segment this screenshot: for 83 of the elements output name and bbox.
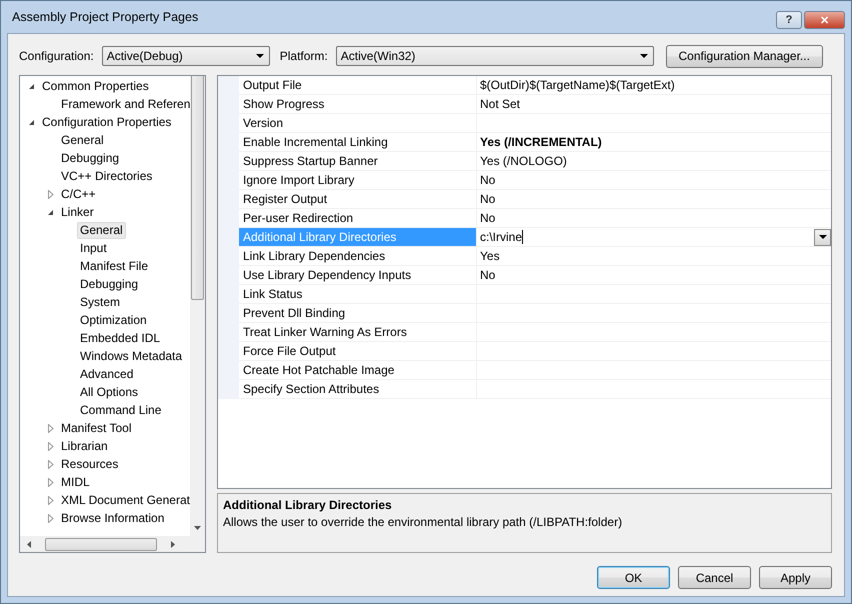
- property-name[interactable]: Force File Output: [239, 342, 477, 361]
- tree-item[interactable]: Librarian: [58, 438, 111, 454]
- property-value: Yes (/INCREMENTAL): [480, 135, 602, 149]
- collapsed-arrow-icon[interactable]: [48, 496, 54, 504]
- help-button[interactable]: ?: [776, 11, 802, 29]
- dropdown-arrow-icon: [256, 54, 264, 58]
- tree-item[interactable]: Linker: [58, 204, 97, 220]
- scroll-right-icon[interactable]: [171, 540, 175, 548]
- dropdown-arrow-icon: [818, 235, 826, 239]
- property-name[interactable]: Show Progress: [239, 95, 477, 114]
- tree-item[interactable]: MIDL: [58, 474, 93, 490]
- tree-item[interactable]: Common Properties: [39, 78, 152, 94]
- dialog-button[interactable]: Apply: [759, 566, 832, 589]
- collapsed-arrow-icon[interactable]: [48, 424, 54, 432]
- tree-item[interactable]: Resources: [58, 456, 122, 472]
- property-name[interactable]: Prevent Dll Binding: [239, 304, 477, 323]
- collapsed-arrow-icon[interactable]: [48, 460, 54, 468]
- tree-item[interactable]: Command Line: [77, 402, 164, 418]
- tree-item[interactable]: C/C++: [58, 186, 99, 202]
- dialog-button[interactable]: OK: [597, 566, 670, 589]
- vertical-scrollbar[interactable]: [190, 76, 205, 536]
- scroll-thumb[interactable]: [45, 538, 157, 550]
- property-name[interactable]: Use Library Dependency Inputs: [239, 266, 477, 285]
- tree-item[interactable]: Input: [77, 240, 110, 256]
- property-value: No: [480, 268, 496, 282]
- property-name[interactable]: Suppress Startup Banner: [239, 152, 477, 171]
- property-name[interactable]: Output File: [239, 76, 477, 95]
- tree-item[interactable]: General: [58, 132, 107, 148]
- property-name[interactable]: Enable Incremental Linking: [239, 133, 477, 152]
- property-name[interactable]: Specify Section Attributes: [239, 380, 477, 399]
- configuration-manager-button[interactable]: Configuration Manager...: [666, 44, 823, 68]
- dropdown-button[interactable]: [814, 228, 831, 246]
- dialog-button[interactable]: Cancel: [678, 566, 751, 589]
- tree-item[interactable]: All Options: [77, 384, 142, 400]
- property-value: Not Set: [480, 97, 520, 111]
- property-value: No: [480, 173, 496, 187]
- property-name[interactable]: Ignore Import Library: [239, 171, 477, 190]
- collapsed-arrow-icon[interactable]: [48, 514, 54, 522]
- platform-dropdown[interactable]: Active(Win32): [336, 46, 654, 66]
- tree-item[interactable]: Framework and Referen: [58, 96, 190, 112]
- tree-item[interactable]: System: [77, 294, 124, 310]
- tree-item[interactable]: Advanced: [77, 366, 136, 382]
- window-title: Assembly Project Property Pages: [11, 10, 198, 24]
- dropdown-arrow-icon: [640, 54, 648, 58]
- collapsed-arrow-icon[interactable]: [48, 190, 54, 198]
- property-name[interactable]: Link Library Dependencies: [239, 247, 477, 266]
- expanded-arrow-icon[interactable]: [47, 208, 54, 216]
- configuration-dropdown[interactable]: Active(Debug): [102, 46, 270, 66]
- tree-item[interactable]: Browse Information: [58, 510, 168, 526]
- property-name[interactable]: Register Output: [239, 190, 477, 209]
- tree-item[interactable]: XML Document Generat: [58, 492, 190, 508]
- collapsed-arrow-icon[interactable]: [48, 442, 54, 450]
- description-text: Allows the user to override the environmental library path (/LIBPATH:folder): [223, 515, 624, 529]
- property-value: Yes: [480, 249, 500, 263]
- property-value: c:\Irvine: [480, 230, 524, 244]
- platform-label: Platform:: [280, 49, 328, 63]
- collapsed-arrow-icon[interactable]: [48, 478, 54, 486]
- tree-item[interactable]: Windows Metadata: [77, 348, 186, 364]
- tree-item[interactable]: Manifest Tool: [58, 420, 134, 436]
- tree-item[interactable]: Debugging: [58, 150, 122, 166]
- tree-item[interactable]: Manifest File: [77, 258, 152, 274]
- tree-item[interactable]: Embedded IDL: [77, 330, 164, 346]
- description-title: Additional Library Directories: [223, 498, 393, 512]
- scroll-down-icon[interactable]: [194, 526, 201, 530]
- expanded-arrow-icon[interactable]: [28, 118, 35, 126]
- scroll-left-icon[interactable]: [27, 540, 31, 548]
- property-name[interactable]: Version: [239, 114, 477, 133]
- property-value: No: [480, 192, 496, 206]
- property-name[interactable]: Treat Linker Warning As Errors: [239, 323, 477, 342]
- property-name[interactable]: Create Hot Patchable Image: [239, 361, 477, 380]
- tree-item[interactable]: VC++ Directories: [58, 168, 156, 184]
- property-value: No: [480, 211, 496, 225]
- tree-item[interactable]: Optimization: [77, 312, 150, 328]
- scroll-thumb[interactable]: [191, 76, 204, 300]
- property-value: $(OutDir)$(TargetName)$(TargetExt): [480, 78, 675, 92]
- tree-item[interactable]: General: [77, 222, 126, 238]
- configuration-label: Configuration:: [19, 49, 94, 63]
- tree-item[interactable]: Debugging: [77, 276, 142, 292]
- expanded-arrow-icon[interactable]: [28, 82, 35, 90]
- property-value: Yes (/NOLOGO): [480, 154, 567, 168]
- tree-item[interactable]: Configuration Properties: [39, 114, 174, 130]
- property-name[interactable]: Link Status: [239, 285, 477, 304]
- horizontal-scrollbar[interactable]: [20, 536, 205, 552]
